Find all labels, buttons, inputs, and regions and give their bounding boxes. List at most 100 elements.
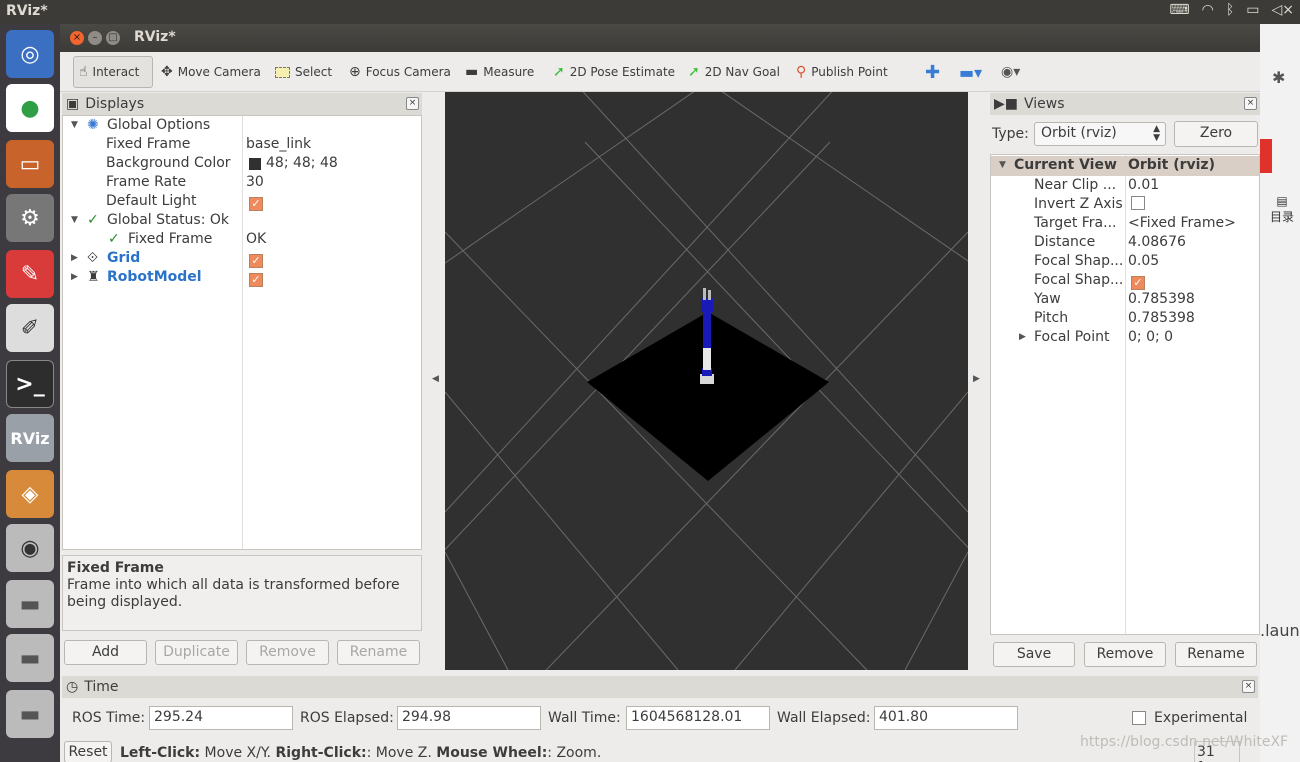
tree-row-grid[interactable]: ▶ ⟐ Grid ✓ <box>63 249 421 268</box>
view-row-invert-z[interactable]: Invert Z Axis <box>991 195 1259 214</box>
close-panel-button[interactable]: × <box>406 97 419 110</box>
camera-icon[interactable]: ◉ <box>6 524 54 572</box>
puzzle-icon[interactable]: ✱ <box>1272 68 1285 87</box>
keyboard-icon[interactable]: ⌨ <box>1169 2 1189 18</box>
invert-z-checkbox[interactable] <box>1131 196 1145 212</box>
view-row-focal-shape-fixed[interactable]: Focal Shap... ✓ <box>991 271 1259 290</box>
system-tray: ⌨ ◠ ᛒ ▭ ◁× <box>1169 2 1294 18</box>
tree-row-fixed-frame-status[interactable]: ✓ Fixed Frame OK <box>63 230 421 249</box>
current-view-row[interactable]: ▼ Current View Orbit (rviz) <box>991 156 1259 176</box>
tool-move-camera[interactable]: ✥ Move Camera <box>156 56 266 88</box>
focus-camera-icon: ⊕ <box>349 64 361 80</box>
view-row-focal-point[interactable]: ▶ Focal Point 0; 0; 0 <box>991 328 1259 347</box>
minimize-window-button[interactable]: – <box>88 31 102 45</box>
disk-icon[interactable]: ▬ <box>6 690 54 738</box>
tool-2d-nav-goal[interactable]: ➚ 2D Nav Goal <box>683 56 785 88</box>
tree-row-robot-model[interactable]: ▶ ♜ RobotModel ✓ <box>63 268 421 287</box>
terminal-icon[interactable]: >_ <box>6 360 54 408</box>
rviz-icon[interactable]: RViz <box>6 414 54 462</box>
zero-button[interactable]: Zero <box>1174 121 1258 147</box>
rename-view-button[interactable]: Rename <box>1175 642 1257 667</box>
view-row-yaw[interactable]: Yaw 0.785398 <box>991 290 1259 309</box>
tree-row-background-color[interactable]: Background Color 48; 48; 48 <box>63 154 421 173</box>
grid-checkbox[interactable]: ✓ <box>249 250 263 268</box>
remove-view-button[interactable]: Remove <box>1084 642 1166 667</box>
view-row-pitch[interactable]: Pitch 0.785398 <box>991 309 1259 328</box>
view-row-distance[interactable]: Distance 4.08676 <box>991 233 1259 252</box>
tool-focus-camera[interactable]: ⊕ Focus Camera <box>344 56 456 88</box>
tool-select[interactable]: Select <box>270 56 337 88</box>
displays-tree: ▼ ✺ Global Options Fixed Frame base_link… <box>62 115 422 550</box>
experimental-checkbox[interactable] <box>1132 711 1146 727</box>
remove-display-button[interactable]: Remove <box>246 640 329 665</box>
collapse-arrow-icon[interactable]: ▶ <box>71 253 78 263</box>
maximize-window-button[interactable]: □ <box>106 31 120 45</box>
description-title: Fixed Frame <box>67 560 164 576</box>
tool-publish-point[interactable]: ⚲ Publish Point <box>791 56 893 88</box>
close-window-button[interactable]: × <box>70 31 84 45</box>
wall-elapsed-field[interactable]: 401.80 <box>874 706 1018 730</box>
eye-icon[interactable]: ◉▾ <box>996 56 1025 88</box>
tool-interact[interactable]: ☝ Interact <box>73 56 153 88</box>
tool-2d-pose-estimate[interactable]: ➚ 2D Pose Estimate <box>548 56 680 88</box>
ubuntu-logo-icon[interactable]: ◎ <box>6 30 54 78</box>
disk-icon[interactable]: ▬ <box>6 580 54 628</box>
check-icon: ✓ <box>108 231 120 247</box>
grid-icon: ⟐ <box>87 250 99 266</box>
rename-display-button[interactable]: Rename <box>337 640 420 665</box>
document-viewer-icon[interactable]: ✎ <box>6 250 54 298</box>
time-panel: ◷ Time × ROS Time: 295.24 ROS Elapsed: 2… <box>60 676 1260 734</box>
wall-time-label: Wall Time: <box>548 710 621 726</box>
tool-measure[interactable]: ▬ Measure <box>460 56 539 88</box>
reset-button[interactable]: Reset <box>64 741 112 762</box>
ros-elapsed-field[interactable]: 294.98 <box>397 706 541 730</box>
view-row-focal-shape-size[interactable]: Focal Shap... 0.05 <box>991 252 1259 271</box>
tree-row-fixed-frame[interactable]: Fixed Frame base_link <box>63 135 421 154</box>
collapse-arrow-icon[interactable]: ▶ <box>1019 332 1026 342</box>
tree-row-global-options[interactable]: ▼ ✺ Global Options <box>63 116 421 135</box>
expand-arrow-icon[interactable]: ▼ <box>71 215 78 225</box>
volume-icon[interactable]: ◁× <box>1272 2 1295 18</box>
wall-time-field[interactable]: 1604568128.01 <box>626 706 770 730</box>
tree-row-default-light[interactable]: Default Light ✓ <box>63 192 421 211</box>
add-display-button[interactable]: Add <box>64 640 147 665</box>
ros-time-field[interactable]: 295.24 <box>149 706 293 730</box>
package-icon[interactable]: ◈ <box>6 470 54 518</box>
collapse-right-arrow-icon[interactable]: ▶ <box>973 374 980 384</box>
tree-row-global-status[interactable]: ▼ ✓ Global Status: Ok <box>63 211 421 230</box>
remove-tool-icon[interactable]: ▬▾ <box>954 56 987 88</box>
settings-icon[interactable]: ⚙ <box>6 194 54 242</box>
add-tool-icon[interactable]: ✚ <box>920 56 945 88</box>
bluetooth-icon[interactable]: ᛒ <box>1226 2 1234 18</box>
expand-arrow-icon[interactable]: ▼ <box>71 120 78 130</box>
view-row-target-frame[interactable]: Target Fra... <Fixed Frame> <box>991 214 1259 233</box>
browser-mulu-label[interactable]: ▤ 目录 <box>1270 194 1294 225</box>
system-top-bar: RViz* ⌨ ◠ ᛒ ▭ ◁× <box>0 0 1300 24</box>
document-icon: ▤ <box>1276 194 1288 208</box>
views-panel-header: ▶■ Views × <box>990 93 1260 115</box>
text-editor-icon[interactable]: ✐ <box>6 304 54 352</box>
viewport-scene <box>445 92 968 670</box>
view-type-select[interactable]: Orbit (rviz) ▲ ▼ <box>1034 122 1166 146</box>
chrome-icon[interactable]: ● <box>6 84 54 132</box>
close-panel-button[interactable]: × <box>1242 680 1255 693</box>
collapse-left-arrow-icon[interactable]: ◀ <box>432 374 439 384</box>
robot-model-checkbox[interactable]: ✓ <box>249 269 263 287</box>
default-light-checkbox[interactable]: ✓ <box>249 193 263 211</box>
wifi-icon[interactable]: ◠ <box>1202 2 1214 18</box>
watermark: https://blog.csdn.net/WhiteXF <box>1080 734 1289 750</box>
save-view-button[interactable]: Save <box>993 642 1075 667</box>
view-row-near-clip[interactable]: Near Clip ... 0.01 <box>991 176 1259 195</box>
close-panel-button[interactable]: × <box>1244 97 1257 110</box>
file-manager-icon[interactable]: ▭ <box>6 140 54 188</box>
3d-viewport[interactable] <box>445 92 968 670</box>
battery-icon[interactable]: ▭ <box>1246 2 1259 18</box>
ros-elapsed-label: ROS Elapsed: <box>300 710 394 726</box>
disk-icon[interactable]: ▬ <box>6 634 54 682</box>
duplicate-display-button[interactable]: Duplicate <box>155 640 238 665</box>
tree-row-frame-rate[interactable]: Frame Rate 30 <box>63 173 421 192</box>
expand-arrow-icon[interactable]: ▼ <box>999 160 1006 170</box>
focal-shape-checkbox[interactable]: ✓ <box>1131 272 1145 290</box>
map-pin-icon: ⚲ <box>796 64 807 80</box>
collapse-arrow-icon[interactable]: ▶ <box>71 272 78 282</box>
